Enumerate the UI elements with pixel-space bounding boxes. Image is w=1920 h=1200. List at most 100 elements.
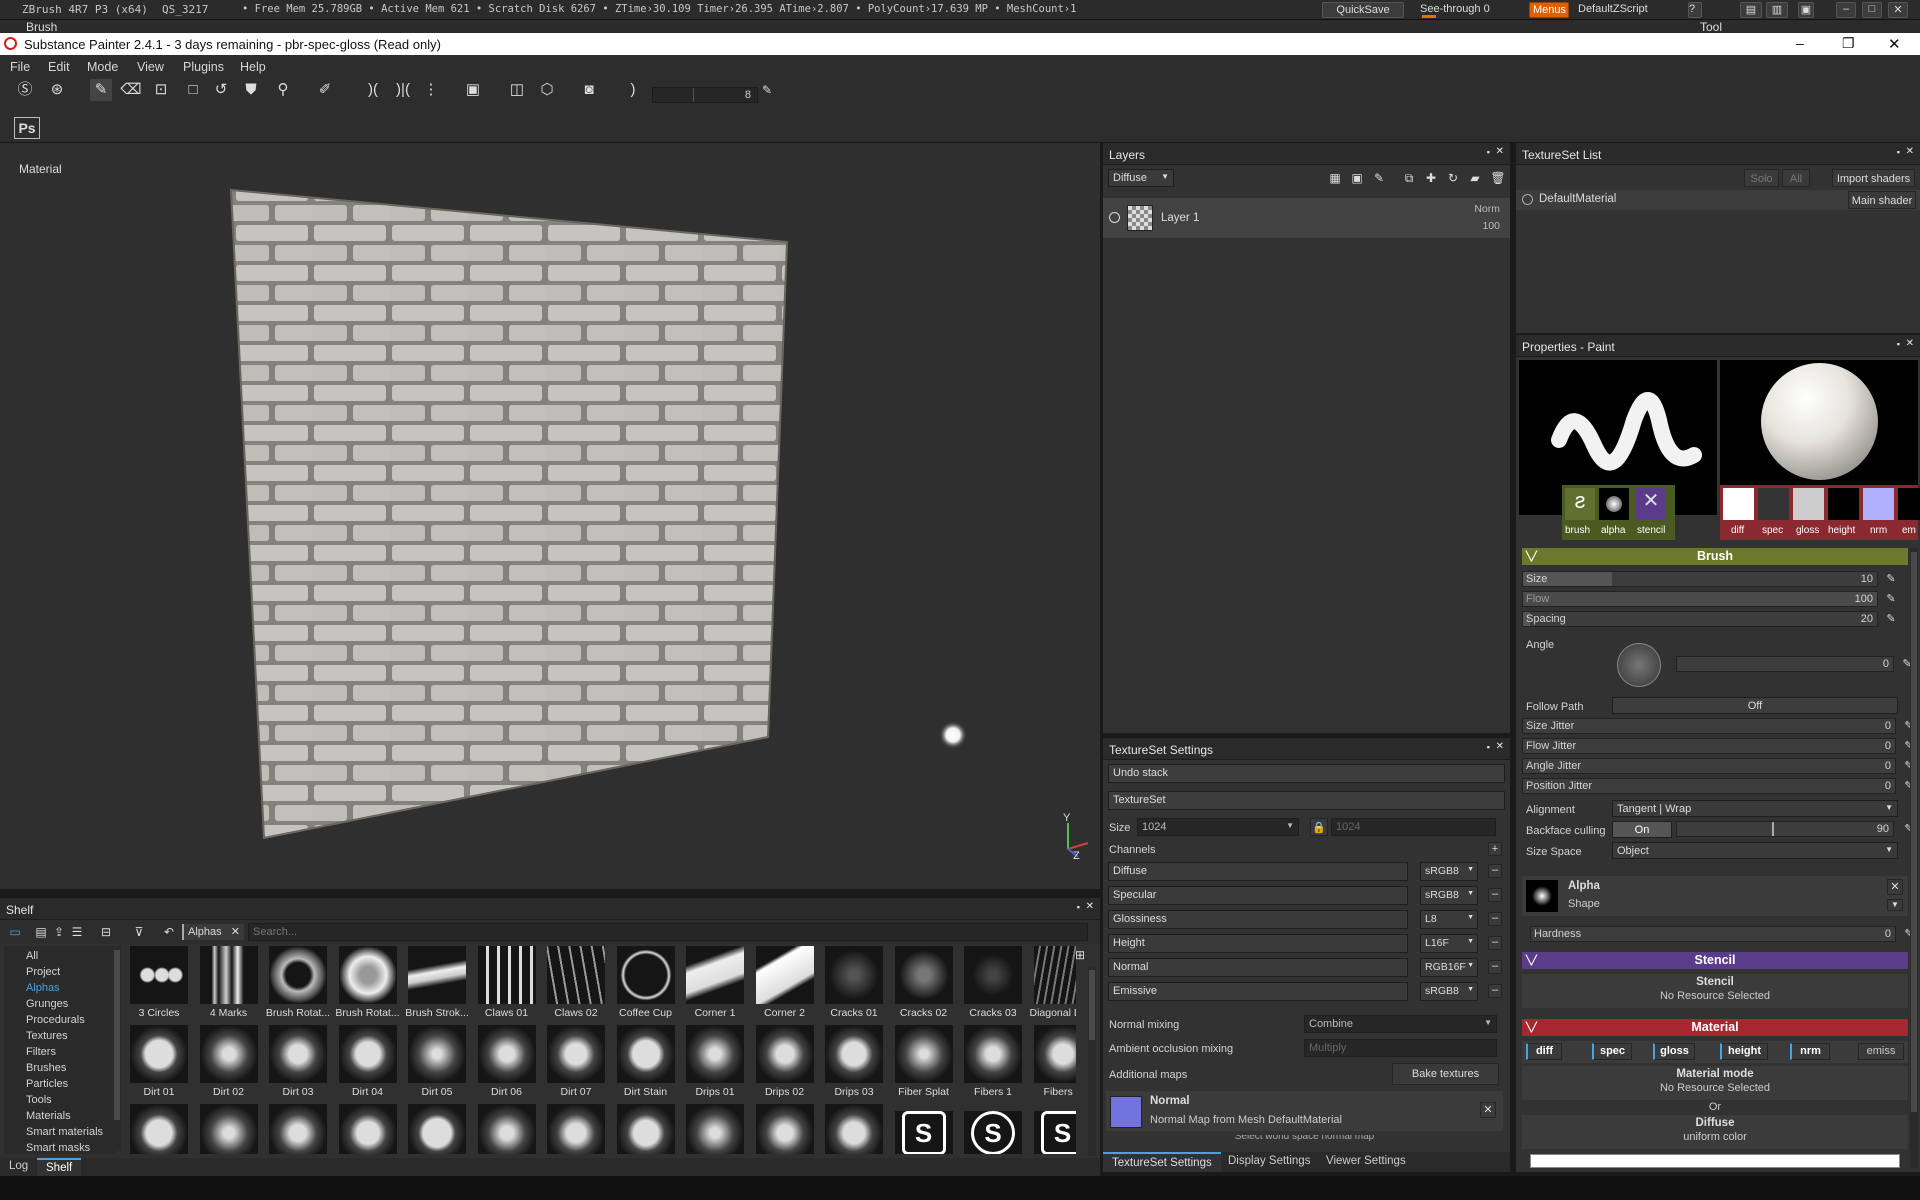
channel-format-select[interactable]: L16F ▼ [1420,934,1478,953]
tab-textureset-settings[interactable]: TextureSet Settings [1103,1152,1221,1172]
solo-button[interactable]: Solo [1744,169,1779,187]
gloss-toggle[interactable]: gloss [1653,1043,1695,1060]
remove-channel-icon[interactable]: – [1488,864,1502,878]
height-toggle[interactable]: height [1720,1043,1768,1060]
menu-view[interactable]: View [137,60,164,74]
shelf-item[interactable]: Cracks 01 [821,946,887,1022]
textureset-row[interactable]: TextureSet [1108,791,1505,810]
shelf-category-smart-masks[interactable]: Smart masks [26,1142,90,1154]
filter-icon[interactable]: ⊽ [128,921,150,943]
diffuse-color-swatch[interactable] [1530,1154,1900,1168]
close-icon[interactable]: ✕ [1888,35,1901,53]
shelf-scrollbar[interactable] [1088,966,1096,1156]
folder-icon[interactable]: ▭ [4,921,26,943]
channel-row[interactable]: Diffuse sRGB8 ▼ – [1108,862,1505,882]
panel-close-icon[interactable]: ✕ [1086,901,1094,912]
collapse-icon[interactable]: ⊟ [95,921,117,943]
channel-row[interactable]: Normal RGB16F ▼ – [1108,958,1505,978]
shelf-item[interactable]: Cracks 03 [960,946,1026,1022]
shelf-item[interactable]: Dirt 04 [335,1025,401,1101]
layer-opacity[interactable]: 100 [1482,220,1500,232]
channel-row[interactable]: Emissive sRGB8 ▼ – [1108,982,1505,1002]
smudge-icon[interactable]: ↺ [210,79,232,101]
pressure-icon[interactable]: ✎ [1880,608,1902,630]
shelf-category-scrollbar[interactable] [113,946,121,1151]
substance-alt-icon[interactable]: ⊛ [46,79,68,101]
layout-icon-2[interactable]: ▥ [1766,2,1788,18]
symmetry-y-icon[interactable]: )|( [392,79,414,101]
layer-name[interactable]: Layer 1 [1161,212,1199,224]
remove-alpha-icon[interactable]: ✕ [1887,879,1903,895]
flow-jitter-slider[interactable]: Flow Jitter 0 [1522,738,1896,754]
cube-icon[interactable]: ⬡ [536,79,558,101]
lock-icon[interactable]: ▣ [1798,2,1814,18]
shelf-category-textures[interactable]: Textures [26,1030,68,1042]
brush-section-header[interactable]: ╲╱ Brush [1522,548,1908,565]
shelf-item[interactable] [126,1104,192,1154]
angle-slider[interactable]: 0 [1676,656,1894,672]
close-icon[interactable]: ✕ [1888,2,1908,18]
remove-channel-icon[interactable]: – [1488,984,1502,998]
shelf-item[interactable]: Fiber Splat [891,1025,957,1101]
uv-view-icon[interactable]: ▣ [462,79,484,101]
shelf-item[interactable]: Dirt 05 [404,1025,470,1101]
add-channel-icon[interactable]: + [1488,842,1502,856]
height-swatch[interactable] [1828,488,1859,520]
shelf-item[interactable] [682,1104,748,1154]
menu-plugins[interactable]: Plugins [183,60,224,74]
stencil-section-header[interactable]: ╲╱ Stencil [1522,952,1908,969]
undo-icon[interactable]: ↶ [158,921,180,943]
channel-name[interactable]: Emissive [1108,982,1408,1001]
menus-button[interactable]: Menus [1529,2,1569,18]
remove-channel-icon[interactable]: – [1488,888,1502,902]
layout-icon-1[interactable]: ▤ [1740,2,1762,18]
shelf-item[interactable]: S [891,1104,957,1154]
flow-slider[interactable]: Flow 100 [1522,591,1878,607]
symmetry-icon[interactable]: )( [362,79,384,101]
size-slider[interactable]: Size 10 [1522,571,1878,587]
add-folder-icon[interactable]: ⧉ [1398,167,1420,189]
camera-icon[interactable]: ◫ [506,79,528,101]
diff-toggle[interactable]: diff [1526,1043,1562,1060]
shelf-item[interactable] [543,1104,609,1154]
all-button[interactable]: All [1782,169,1810,187]
position-jitter-slider[interactable]: Position Jitter 0 [1522,778,1896,794]
stencil-slot[interactable]: Stencil No Resource Selected [1522,974,1908,1008]
pressure-icon[interactable]: ✎ [1880,568,1902,590]
size-jitter-slider[interactable]: Size Jitter 0 [1522,718,1896,734]
channel-row[interactable]: Specular sRGB8 ▼ – [1108,886,1505,906]
channel-format-select[interactable]: sRGB8 ▼ [1420,862,1478,881]
shelf-item[interactable]: Cracks 02 [891,946,957,1022]
remove-channel-icon[interactable]: – [1488,960,1502,974]
clone-icon[interactable]: ⛊ [240,79,262,101]
shelf-category-smart-materials[interactable]: Smart materials [26,1126,103,1138]
follow-path-toggle[interactable]: Off [1612,697,1898,714]
pressure-icon[interactable]: ✎ [1880,588,1902,610]
float-icon[interactable]: ▪ [1487,742,1490,752]
shelf-item[interactable]: Brush Strok... [404,946,470,1022]
screenshot-icon[interactable]: ◙ [578,79,600,101]
layer-blend-mode[interactable]: Norm [1474,203,1500,215]
shelf-item[interactable] [474,1104,540,1154]
quicksave-button[interactable]: QuickSave [1322,2,1404,18]
channel-name[interactable]: Specular [1108,886,1408,905]
shelf-item[interactable]: Dirt 03 [265,1025,331,1101]
projection-icon[interactable]: ⊡ [150,79,172,101]
polygon-fill-icon[interactable]: □ [182,79,204,101]
shelf-item[interactable]: Claws 01 [474,946,540,1022]
visibility-icon[interactable] [1109,212,1120,223]
add-mask-icon[interactable]: ✚ [1420,167,1442,189]
float-icon[interactable]: ▪ [1897,339,1900,349]
shelf-item[interactable] [265,1104,331,1154]
visibility-icon[interactable] [1522,194,1533,205]
channel-format-select[interactable]: RGB16F ▼ [1420,958,1478,977]
add-effect-icon[interactable]: ✎ [1368,167,1390,189]
brush-slot-icon[interactable]: ƨ [1565,488,1595,520]
spacing-slider[interactable]: Spacing 20 [1522,611,1878,627]
lock-icon[interactable]: 🔒 [1310,818,1328,836]
shelf-item[interactable] [196,1104,262,1154]
maximize-icon[interactable]: ❐ [1842,35,1855,52]
list-icon[interactable]: ☰ [66,921,88,943]
shelf-search-input[interactable] [248,923,1088,941]
backface-slider[interactable]: 90 [1676,821,1894,837]
